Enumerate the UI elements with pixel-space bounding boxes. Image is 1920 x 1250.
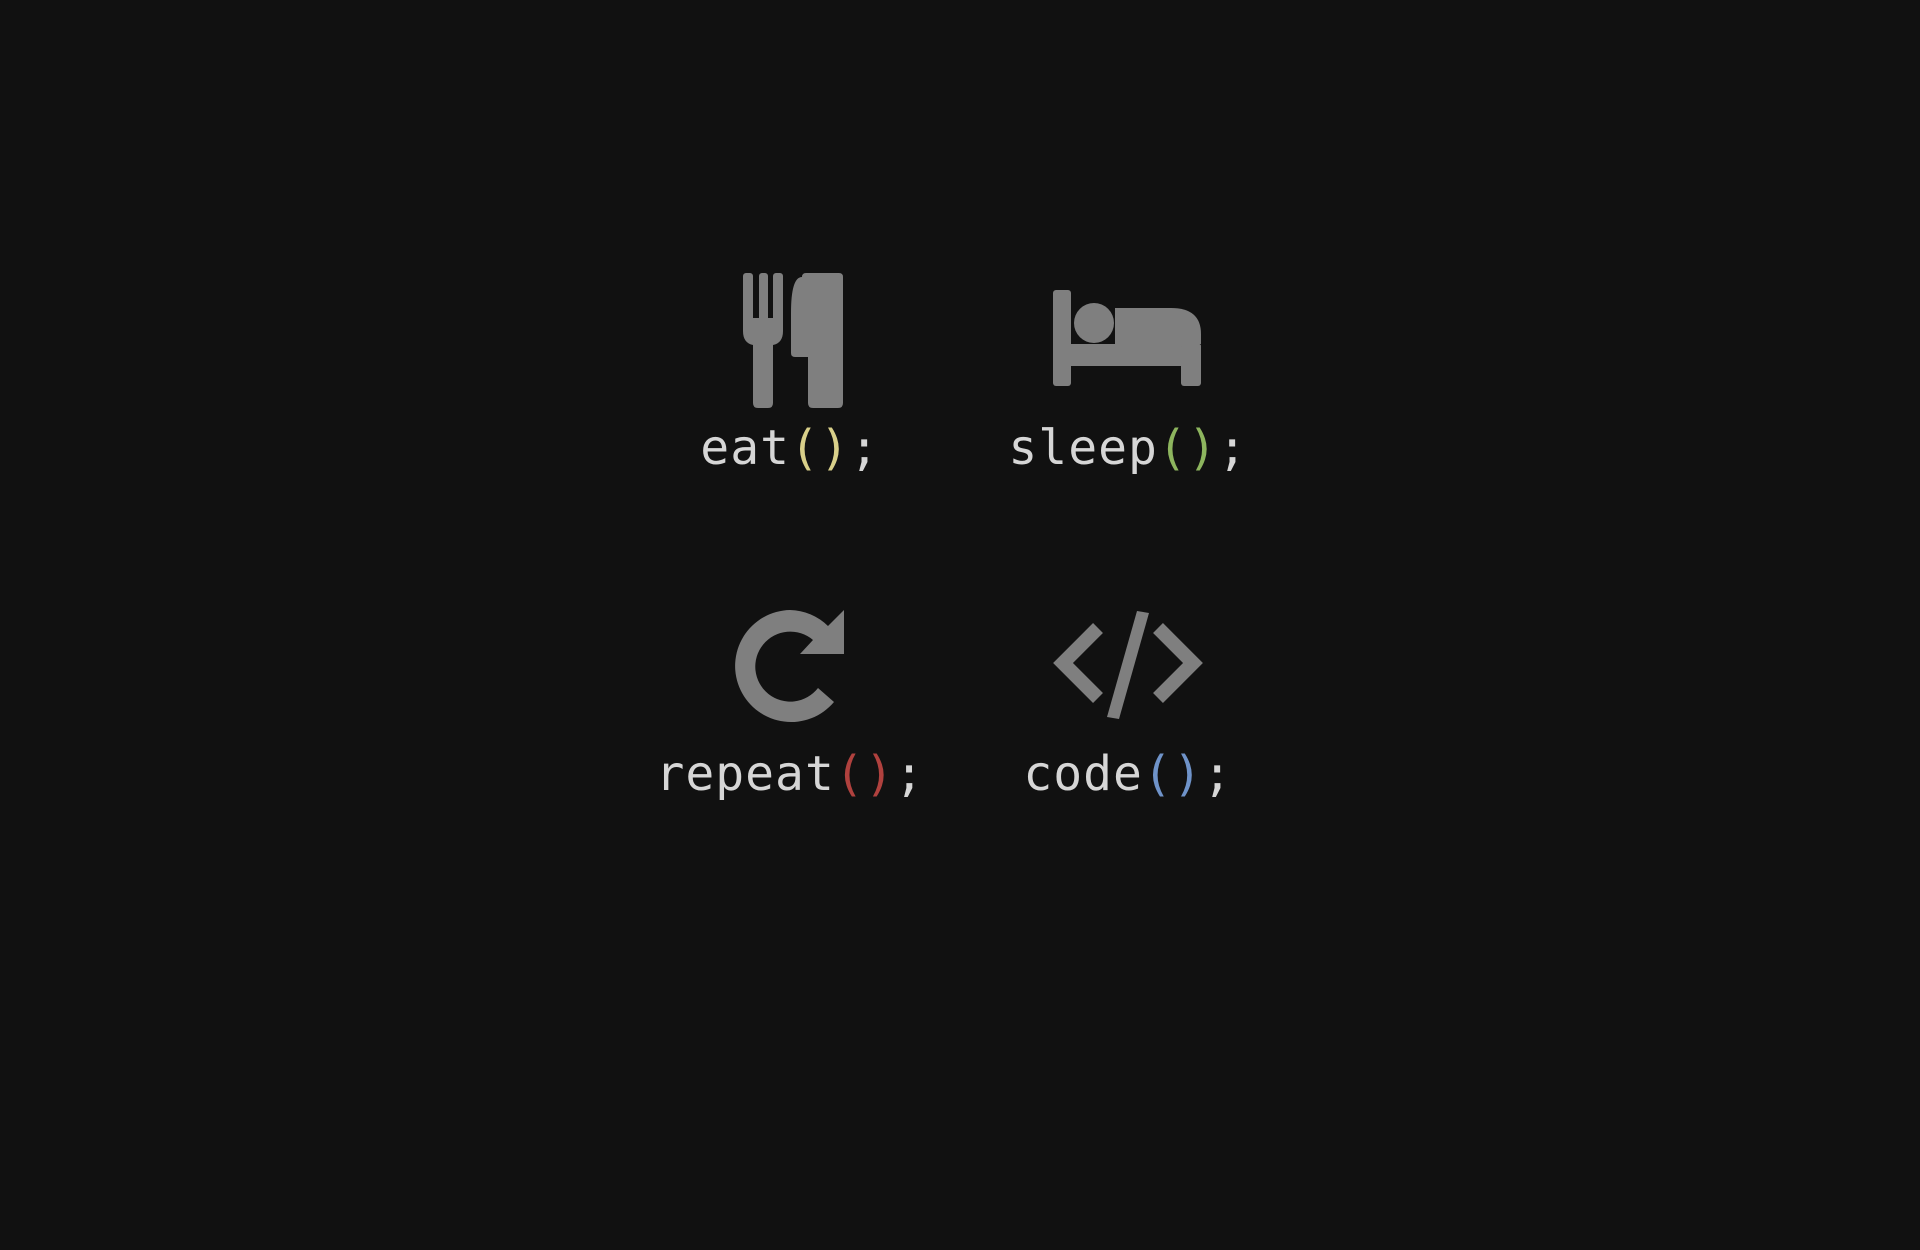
semicolon: ; (849, 420, 880, 476)
function-name: repeat (655, 746, 835, 802)
code-label: code(); (948, 746, 1308, 802)
bed-icon (1048, 270, 1208, 410)
parentheses: () (1157, 420, 1218, 476)
eat-label: eat(); (610, 420, 970, 476)
code-tile: code(); (948, 596, 1308, 836)
repeat-tile: repeat(); (610, 596, 970, 836)
sleep-label: sleep(); (948, 420, 1308, 476)
semicolon: ; (1217, 420, 1248, 476)
parentheses: () (834, 746, 895, 802)
function-name: code (1023, 746, 1143, 802)
eat-tile: eat(); (610, 270, 970, 510)
wallpaper-canvas: eat(); sleep(); repeat(); code(); (0, 0, 1920, 1250)
semicolon: ; (894, 746, 925, 802)
code-icon (1048, 596, 1208, 736)
parentheses: () (1142, 746, 1203, 802)
repeat-label: repeat(); (610, 746, 970, 802)
function-name: sleep (1008, 420, 1158, 476)
fork-knife-icon (710, 270, 870, 410)
parentheses: () (790, 420, 850, 476)
function-name: eat (700, 420, 790, 476)
sleep-tile: sleep(); (948, 270, 1308, 510)
semicolon: ; (1202, 746, 1233, 802)
refresh-icon (710, 596, 870, 736)
